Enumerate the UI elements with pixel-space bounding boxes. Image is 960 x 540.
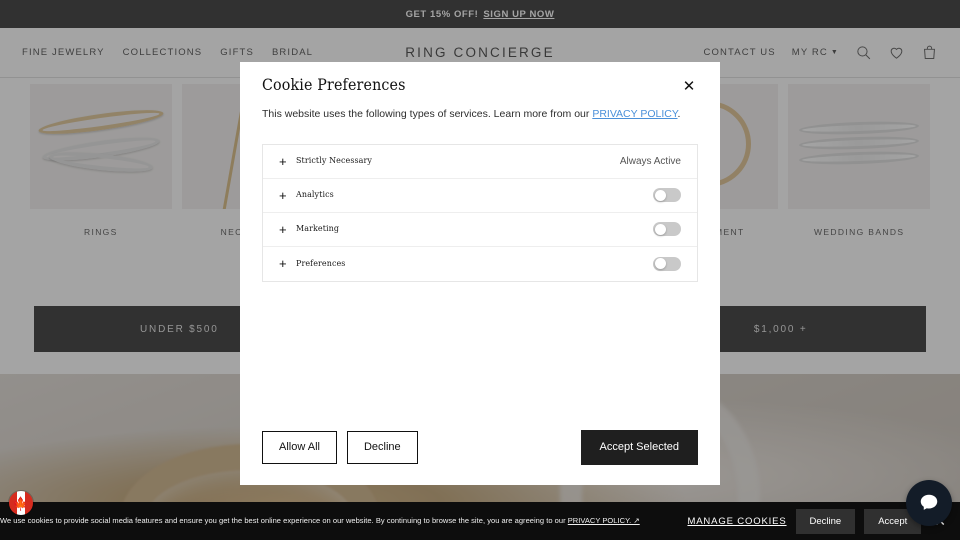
page-root: GET 15% OFF! SIGN UP NOW FINE JEWELRY CO… xyxy=(0,0,960,540)
manage-cookies-link[interactable]: MANAGE COOKIES xyxy=(687,516,786,527)
modal-footer: Allow All Decline Accept Selected xyxy=(262,430,698,485)
cookie-preferences-modal: Cookie Preferences ✕ This website uses t… xyxy=(240,62,720,485)
close-icon[interactable]: ✕ xyxy=(680,77,698,95)
modal-description-suffix: . xyxy=(677,108,681,120)
service-category-list: + Strictly Necessary Always Active + Ana… xyxy=(262,143,698,282)
chat-bubble-icon[interactable] xyxy=(906,480,952,526)
service-row-preferences: + Preferences xyxy=(263,247,697,281)
service-name: Strictly Necessary xyxy=(296,156,373,167)
banner-privacy-policy-link[interactable]: PRIVACY POLICY. ↗ xyxy=(568,516,640,525)
modal-header: Cookie Preferences ✕ xyxy=(262,62,698,94)
modal-description: This website uses the following types of… xyxy=(262,107,698,122)
expand-plus-icon[interactable]: + xyxy=(279,189,296,202)
modal-description-text: This website uses the following types of… xyxy=(262,108,593,120)
page-title: Cookie Preferences xyxy=(262,76,406,94)
banner-decline-button[interactable]: Decline xyxy=(795,508,856,534)
toggle-preferences[interactable] xyxy=(653,256,681,271)
cookie-consent-banner: We use cookies to provide social media f… xyxy=(0,502,960,540)
service-name: Preferences xyxy=(296,258,346,269)
service-name: Marketing xyxy=(296,224,340,235)
service-row-marketing: + Marketing xyxy=(263,213,697,247)
privacy-policy-link[interactable]: PRIVACY POLICY xyxy=(592,108,677,120)
banner-text: We use cookies to provide social media f… xyxy=(0,515,640,527)
banner-message: We use cookies to provide social media f… xyxy=(0,515,566,525)
toggle-analytics[interactable] xyxy=(653,188,681,203)
expand-plus-icon[interactable]: + xyxy=(279,155,296,168)
toggle-marketing[interactable] xyxy=(653,222,681,237)
service-row-analytics: + Analytics xyxy=(263,179,697,213)
service-row-strictly-necessary: + Strictly Necessary Always Active xyxy=(263,145,697,179)
status-badge: Always Active xyxy=(619,155,681,167)
expand-plus-icon[interactable]: + xyxy=(279,223,296,236)
expand-plus-icon[interactable]: + xyxy=(279,257,296,270)
canada-flag-icon[interactable]: 🍁 xyxy=(8,490,34,516)
maple-leaf-glyph: 🍁 xyxy=(13,491,29,515)
allow-all-button[interactable]: Allow All xyxy=(262,431,337,464)
accept-selected-button[interactable]: Accept Selected xyxy=(580,430,698,465)
service-name: Analytics xyxy=(296,190,334,201)
decline-button[interactable]: Decline xyxy=(346,431,418,464)
